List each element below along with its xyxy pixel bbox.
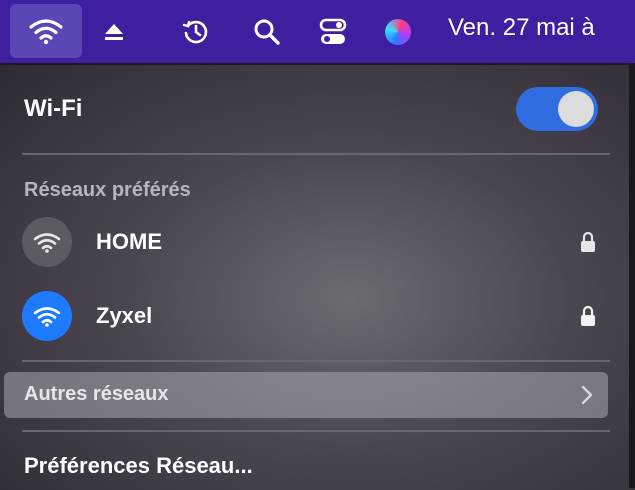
network-name: Zyxel — [96, 303, 153, 328]
control-center-icon[interactable] — [318, 17, 348, 47]
wifi-icon — [29, 19, 63, 45]
menubar-date[interactable]: Ven. 27 mai à — [448, 14, 595, 42]
panel-edge — [629, 63, 635, 488]
wifi-menu-panel: Wi-Fi Réseaux préférés HOME Zyxel Autres… — [0, 63, 635, 490]
network-preferences-label: Préférences Réseau... — [24, 453, 253, 478]
wifi-menu-button[interactable] — [10, 4, 82, 58]
lock-icon — [581, 305, 595, 326]
wifi-signal-icon — [22, 291, 72, 341]
other-networks-item[interactable]: Autres réseaux — [4, 372, 608, 418]
chevron-right-icon — [581, 385, 593, 405]
network-preferences-item[interactable]: Préférences Réseau... — [4, 445, 608, 489]
search-icon[interactable] — [252, 17, 282, 47]
divider — [22, 360, 610, 362]
wifi-title: Wi-Fi — [24, 95, 83, 122]
lock-icon — [581, 231, 595, 252]
other-networks-label: Autres réseaux — [24, 383, 169, 405]
siri-icon[interactable] — [385, 18, 411, 45]
network-name: HOME — [96, 229, 162, 254]
time-machine-icon[interactable] — [182, 18, 210, 46]
menu-bar: Ven. 27 mai à — [0, 0, 635, 63]
eject-icon[interactable] — [103, 21, 125, 43]
divider — [22, 153, 610, 155]
wifi-signal-icon — [22, 217, 72, 267]
preferred-networks-label: Réseaux préférés — [24, 179, 191, 201]
wifi-toggle-knob — [558, 91, 594, 127]
network-item-zyxel[interactable]: Zyxel — [22, 291, 602, 341]
divider — [22, 430, 610, 432]
wifi-toggle[interactable] — [516, 87, 598, 131]
network-item-home[interactable]: HOME — [22, 217, 602, 267]
